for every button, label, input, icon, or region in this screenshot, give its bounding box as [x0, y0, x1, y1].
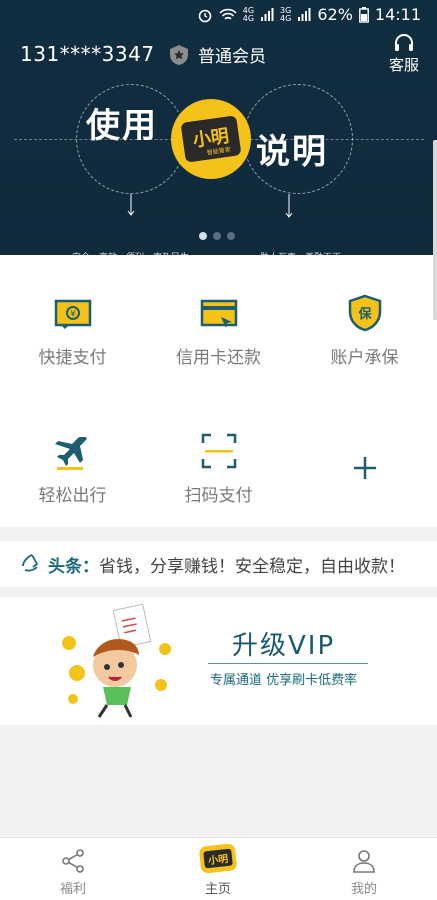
service-label: 账户承保 — [330, 348, 399, 368]
network-bottom: 4G — [242, 13, 255, 23]
status-bar: 4G 4G 3G 4G 62% 14:11 — [0, 0, 437, 30]
carousel-dot[interactable] — [199, 232, 207, 240]
battery-percent: 62% — [317, 5, 353, 24]
service-scan-pay[interactable]: 扫码支付 — [146, 393, 291, 513]
service-travel[interactable]: 轻松出行 — [0, 393, 145, 513]
news-ticker[interactable]: 头条： 省钱，分享赚钱！安全稳定，自由收款！ — [0, 541, 437, 587]
nav-profile[interactable]: 我的 — [324, 848, 404, 897]
banner-carousel[interactable]: 使用 说明 小明 智能管家 安全、高效、便利、惠及民生 助人互惠、善融天下 — [0, 70, 437, 263]
share-icon — [62, 849, 84, 873]
app-screen: 4G 4G 3G 4G 62% 14:11 131****3347 普通会员 客… — [0, 0, 437, 900]
network-type-2: 3G 4G — [280, 6, 292, 23]
service-account-insurance[interactable]: 保 账户承保 — [292, 255, 437, 375]
svg-text:¥: ¥ — [70, 310, 76, 320]
service-label: 轻松出行 — [38, 486, 107, 506]
signal-icon — [261, 7, 274, 21]
megaphone-icon — [22, 554, 39, 572]
nav-profile-label: 我的 — [350, 882, 377, 897]
member-level-label: 普通会员 — [198, 47, 266, 67]
user-icon — [353, 850, 375, 873]
shield-icon: 保 — [348, 294, 381, 332]
carousel-dots — [199, 232, 235, 240]
plus-icon — [353, 457, 376, 479]
member-badge-icon — [170, 44, 188, 65]
service-label: 扫码支付 — [184, 486, 253, 506]
banner-arrows — [127, 194, 293, 218]
wallet-icon: ¥ — [54, 299, 91, 329]
carousel-dot[interactable] — [213, 232, 221, 240]
network-2-bottom: 4G — [280, 13, 292, 23]
status-icons: 4G 4G 3G 4G 62% 14:11 — [197, 5, 421, 24]
credit-card-icon — [200, 299, 237, 328]
edge-panel-handle[interactable] — [433, 140, 437, 320]
nav-benefits[interactable]: 福利 — [33, 848, 113, 897]
wifi-icon — [219, 8, 237, 20]
home-logo-icon: 小明 — [199, 843, 237, 874]
header: 131****3347 普通会员 客服 使用 说明 小明 智能管家 — [0, 30, 437, 263]
scan-icon — [201, 433, 236, 469]
battery-icon — [358, 6, 369, 23]
news-text: 省钱，分享赚钱！安全稳定，自由收款！ — [99, 556, 405, 577]
vip-title: 升级VIP — [232, 631, 336, 661]
airplane-icon — [54, 437, 87, 470]
carousel-dot[interactable] — [227, 232, 235, 240]
service-quick-pay[interactable]: ¥ 快捷支付 — [0, 255, 145, 375]
service-label: 快捷支付 — [38, 348, 107, 368]
service-grid: ¥ 快捷支付 信用卡还款 保 账户承保 轻松出行 扫码支付 — [0, 255, 437, 527]
bottom-nav: 福利 小明 主页 我的 — [0, 837, 437, 900]
vip-subtitle: 专属通道 优享刷卡低费率 — [210, 673, 358, 688]
news-label: 头条： — [48, 556, 99, 577]
add-service-button[interactable] — [292, 393, 437, 513]
account-phone: 131****3347 — [20, 42, 155, 66]
member-level[interactable]: 普通会员 — [168, 42, 266, 67]
customer-service-button[interactable]: 客服 — [389, 32, 419, 75]
svg-text:保: 保 — [357, 306, 372, 322]
signal-icon-2 — [298, 7, 311, 21]
network-type: 4G 4G — [242, 6, 255, 23]
service-label: 信用卡还款 — [176, 348, 261, 368]
nav-benefits-label: 福利 — [59, 882, 86, 897]
vip-mascot-illustration — [62, 603, 171, 718]
service-credit-card[interactable]: 信用卡还款 — [146, 255, 291, 375]
nav-home-label: 主页 — [204, 882, 231, 897]
vip-divider — [208, 663, 368, 664]
clock: 14:11 — [374, 5, 421, 24]
vip-upgrade-banner[interactable]: 升级VIP 专属通道 优享刷卡低费率 — [0, 597, 437, 725]
nav-home[interactable]: 小明 主页 — [178, 843, 258, 897]
headset-icon — [394, 34, 413, 51]
alarm-icon — [198, 9, 212, 22]
